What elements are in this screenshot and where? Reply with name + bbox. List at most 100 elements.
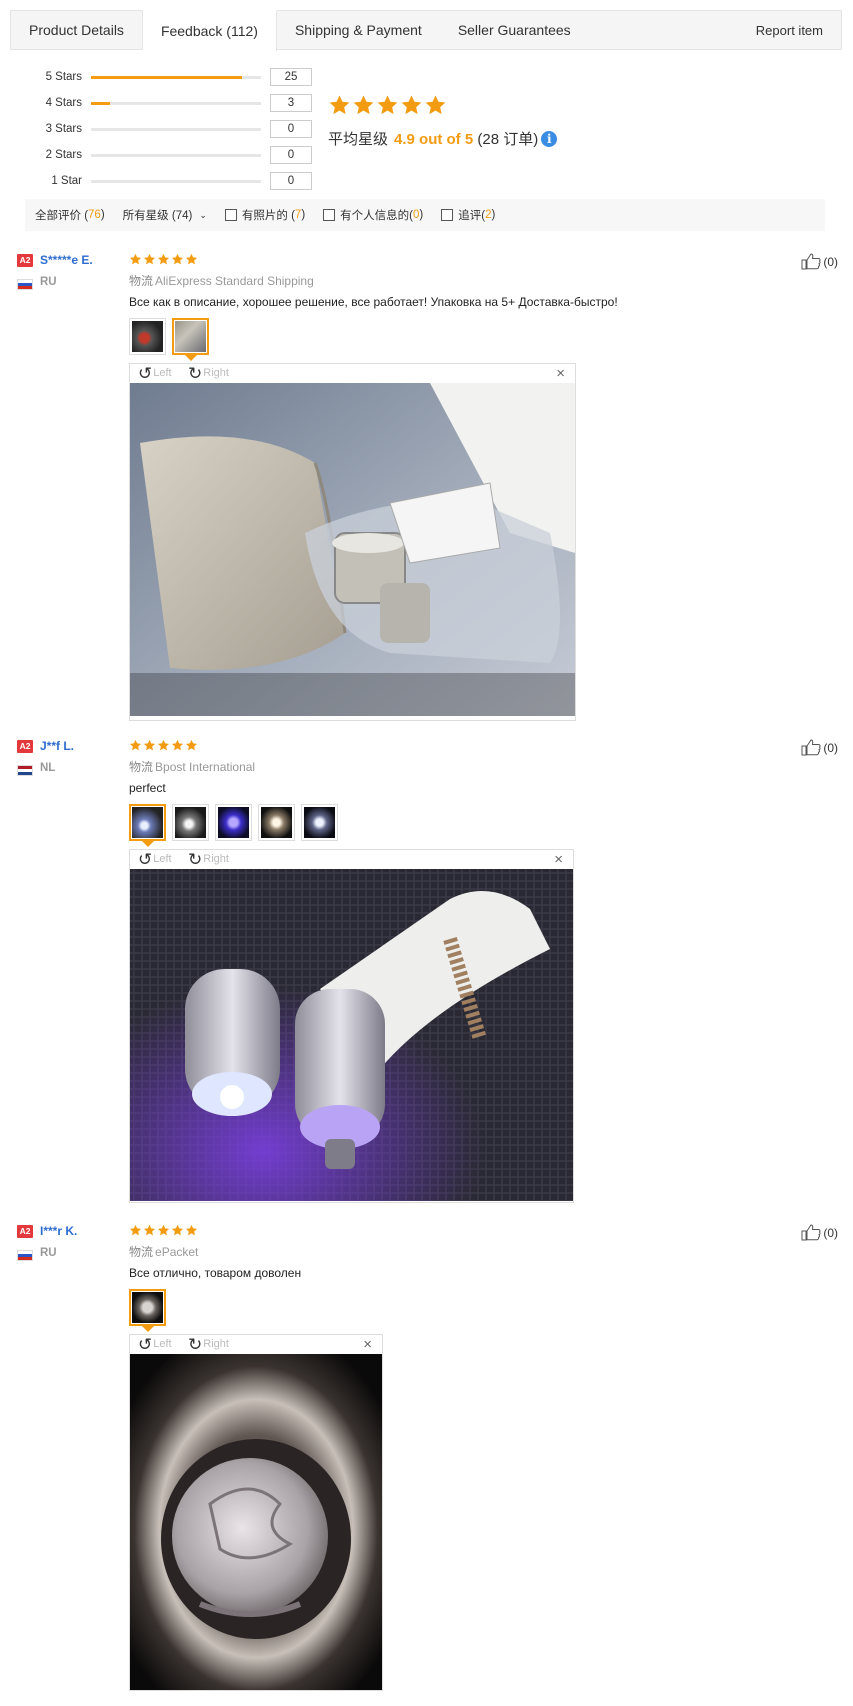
report-item-link[interactable]: Report item <box>738 11 842 50</box>
histogram-count: 0 <box>270 172 312 190</box>
star-icon <box>157 1224 170 1236</box>
star-icon <box>329 95 350 115</box>
histogram-bar <box>91 154 261 157</box>
average-score: 4.9 out of 5 <box>394 131 474 148</box>
tab-product-details[interactable]: Product Details <box>10 11 143 50</box>
rotate-left-button[interactable]: ↺ Left <box>138 364 172 383</box>
viewer-toolbar: ↺ Left ↻ Right × <box>130 850 573 869</box>
photo-drawing <box>130 383 575 716</box>
flag-stripe <box>18 771 32 775</box>
personal-info-checkbox[interactable] <box>323 209 336 221</box>
review-stars <box>129 253 198 266</box>
buyer-level-badge: A2 <box>17 254 33 267</box>
histogram-label: 2 Stars <box>45 149 82 161</box>
rotate-left-icon: ↺ <box>138 850 153 869</box>
star-icon <box>129 739 142 751</box>
average-label: 平均星级 <box>328 131 389 148</box>
histogram-count: 3 <box>270 94 312 112</box>
star-icon <box>143 739 156 751</box>
flag-stripe <box>18 1256 32 1260</box>
histogram-row-5[interactable]: 5 Stars 25 <box>30 68 320 86</box>
filter-follow-up[interactable]: 追评(2) <box>441 207 495 223</box>
histogram-count: 25 <box>270 68 312 86</box>
histogram-label: 4 Stars <box>45 97 82 109</box>
tab-seller-guarantees[interactable]: Seller Guarantees <box>440 11 589 50</box>
filter-with-personal-info[interactable]: 有个人信息的(0) <box>323 207 423 223</box>
thumbs-up-icon <box>801 739 821 756</box>
filter-star-select[interactable]: 所有星级 (74) ⌄ <box>123 207 207 223</box>
review-thumbnail[interactable] <box>258 804 295 841</box>
helpful-button[interactable]: (0) <box>801 253 838 270</box>
review-thumbnail-selected[interactable] <box>172 318 209 361</box>
histogram-row-2[interactable]: 2 Stars 0 <box>30 146 320 164</box>
filter-all-label: 全部评价 ( <box>35 210 89 222</box>
filter-follow-label: 追评( <box>458 210 486 222</box>
shipping-method: 物流 Bpost International <box>129 758 255 775</box>
star-icon <box>185 739 198 751</box>
feedback-filter-bar: 全部评价 (76) 所有星级 (74) ⌄ 有照片的 (7) 有个人信息的(0) … <box>25 199 825 231</box>
helpful-button[interactable]: (0) <box>801 739 838 756</box>
reviewer-name[interactable]: S*****e E. <box>40 253 93 267</box>
photos-checkbox[interactable] <box>224 209 237 221</box>
shipping-label: 物流 <box>129 760 154 774</box>
thumbs-up-icon <box>801 1224 821 1241</box>
flag-stripe <box>18 285 32 289</box>
thumbnail-image <box>132 321 163 352</box>
viewer-toolbar: ↺ Left ↻ Right × <box>130 364 575 383</box>
star-icon <box>185 253 198 265</box>
thumbnail-image <box>175 807 206 838</box>
photo-drawing <box>130 1354 382 1690</box>
info-icon[interactable]: i <box>541 131 558 147</box>
buyer-level-badge: A2 <box>17 740 33 753</box>
filter-all-close: ) <box>100 209 105 221</box>
star-icon <box>425 95 446 115</box>
rotate-right-button[interactable]: ↻ Right <box>188 850 229 869</box>
filter-info-label: 有个人信息的( <box>340 210 413 222</box>
thumbnail-image <box>175 321 206 352</box>
review-thumbnails <box>129 804 338 847</box>
helpful-button[interactable]: (0) <box>801 1224 838 1241</box>
rotate-right-button[interactable]: ↻ Right <box>188 1335 229 1354</box>
rotate-right-label: Right <box>203 1338 229 1350</box>
tab-feedback[interactable]: Feedback (112) <box>142 10 277 51</box>
review-thumbnail[interactable] <box>301 804 338 841</box>
review-thumbnail[interactable] <box>215 804 252 841</box>
shipping-method-name: AliExpress Standard Shipping <box>155 274 314 288</box>
helpful-count: (0) <box>823 254 838 269</box>
histogram-row-1[interactable]: 1 Star 0 <box>30 172 320 190</box>
shipping-method: 物流 AliExpress Standard Shipping <box>129 272 314 289</box>
tab-shipping-payment[interactable]: Shipping & Payment <box>277 11 440 50</box>
image-viewer: ↺ Left ↻ Right × <box>129 1334 383 1691</box>
review-comment: Все отлично, товаром доволен <box>129 1266 302 1280</box>
buyer-level-badge: A2 <box>17 1225 33 1238</box>
histogram-count: 0 <box>270 120 312 138</box>
star-icon <box>377 95 398 115</box>
histogram-bar <box>91 180 261 183</box>
review-thumbnail-selected[interactable] <box>129 804 166 847</box>
rotate-right-icon: ↻ <box>188 850 203 869</box>
reviewer-name[interactable]: J**f L. <box>40 739 74 753</box>
review-thumbnail[interactable] <box>172 804 209 841</box>
histogram-row-3[interactable]: 3 Stars 0 <box>30 120 320 138</box>
filter-all[interactable]: 全部评价 (76) <box>35 207 105 223</box>
filter-follow-close: ) <box>491 209 496 221</box>
histogram-row-4[interactable]: 4 Stars 3 <box>30 94 320 112</box>
filter-with-photos[interactable]: 有照片的 (7) <box>224 207 305 223</box>
review-comment: perfect <box>129 781 166 795</box>
shipping-method: 物流 ePacket <box>129 1243 198 1260</box>
rotate-left-button[interactable]: ↺ Left <box>138 1335 172 1354</box>
rotate-left-icon: ↺ <box>138 1335 153 1354</box>
close-icon[interactable]: × <box>554 850 563 869</box>
review-thumbnail-selected[interactable] <box>129 1289 166 1332</box>
reviewer-name[interactable]: I***r K. <box>40 1224 77 1238</box>
close-icon[interactable]: × <box>363 1335 372 1354</box>
photo-drawing <box>130 869 573 1201</box>
chevron-down-icon: ⌄ <box>199 209 207 220</box>
helpful-count: (0) <box>823 740 838 755</box>
rotate-left-button[interactable]: ↺ Left <box>138 850 172 869</box>
close-icon[interactable]: × <box>556 364 565 383</box>
average-stars <box>328 94 447 117</box>
review-thumbnail[interactable] <box>129 318 166 355</box>
follow-up-checkbox[interactable] <box>441 209 454 221</box>
rotate-right-button[interactable]: ↻ Right <box>188 364 229 383</box>
